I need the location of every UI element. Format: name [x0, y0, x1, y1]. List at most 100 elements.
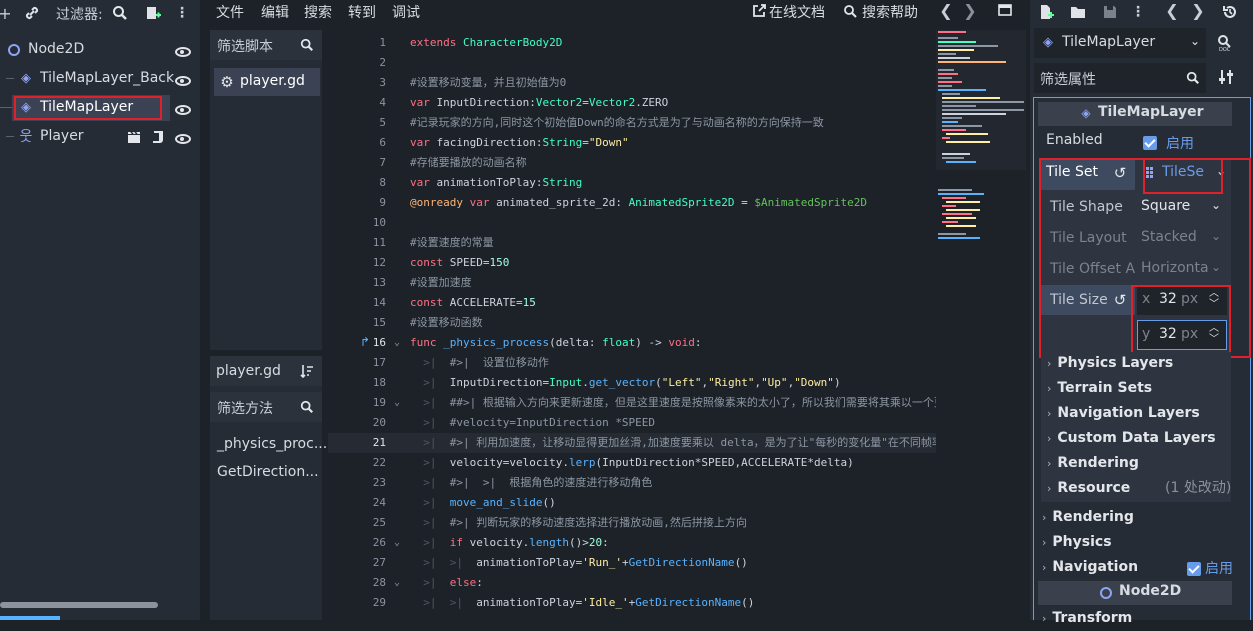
- external-link-icon[interactable]: [750, 2, 768, 20]
- subsection-resource[interactable]: › Resource: [1047, 476, 1130, 500]
- code-line[interactable]: 15 #设置移动函数: [328, 313, 936, 333]
- code-line[interactable]: 28 >| else: ⌄: [328, 573, 936, 593]
- visibility-eye-icon[interactable]: [175, 132, 191, 148]
- section-physics[interactable]: › Physics: [1042, 530, 1112, 554]
- code-text: >| >| animationToPlay='Idle_'+GetDirecti…: [410, 596, 755, 609]
- code-line[interactable]: 7 #存储要播放的动画名称: [328, 153, 936, 173]
- menu-file[interactable]: 文件: [216, 2, 244, 22]
- code-editor[interactable]: 1 extends CharacterBody2D 2 3 #设置移动变量，并且初始值为…: [328, 30, 936, 620]
- forward-icon[interactable]: ❯: [962, 0, 978, 20]
- code-line[interactable]: 22 >| velocity=velocity.lerp(InputDirect…: [328, 453, 936, 473]
- fold-arrow-icon[interactable]: ⌄: [394, 573, 400, 593]
- code-line[interactable]: 5 #记录玩家的方向,同时这个初始值Down的命名方式是为了与动画名称的方向保持一…: [328, 113, 936, 133]
- tree-node-tilemaplayer-back[interactable]: ◈ TileMapLayer_Back: [0, 66, 200, 92]
- subsection-navigation-layers[interactable]: › Navigation Layers: [1047, 401, 1200, 425]
- fold-arrow-icon[interactable]: ⌄: [394, 393, 400, 413]
- link-icon[interactable]: [22, 3, 42, 23]
- section-transform[interactable]: › Transform: [1042, 606, 1132, 630]
- subsection-custom-data-layers[interactable]: › Custom Data Layers: [1047, 426, 1216, 450]
- history-forward-icon[interactable]: ❯: [1190, 0, 1206, 20]
- menu-edit[interactable]: 编辑: [261, 2, 289, 22]
- section-navigation[interactable]: › Navigation: [1042, 555, 1138, 579]
- method-filter-field[interactable]: 筛选方法: [210, 392, 322, 422]
- back-icon[interactable]: ❮: [938, 0, 954, 20]
- menu-debug[interactable]: 调试: [392, 2, 420, 22]
- class-header-tilemaplayer[interactable]: ◈ TileMapLayer: [1038, 102, 1232, 126]
- enabled-checkbox[interactable]: [1143, 135, 1157, 151]
- sort-icon[interactable]: [298, 362, 316, 380]
- subsection-terrain-sets[interactable]: › Terrain Sets: [1047, 376, 1152, 400]
- script-list-item[interactable]: ⚙ player.gd: [214, 68, 320, 96]
- code-line[interactable]: 29 >| >| animationToPlay='Idle_'+GetDire…: [328, 593, 936, 613]
- add-script-icon[interactable]: [143, 3, 163, 23]
- code-line[interactable]: 17 >| #>| 设置位移动作: [328, 353, 936, 373]
- code-line[interactable]: 26 >| if velocity.length()>20: ⌄: [328, 533, 936, 553]
- inspector-node-selector[interactable]: ◈ TileMapLayer ⌄: [1034, 28, 1206, 58]
- plus-icon[interactable]: +: [0, 4, 12, 23]
- help-search-icon[interactable]: [841, 2, 859, 20]
- code-text: func _physics_process(delta: float) -> v…: [410, 336, 702, 349]
- tree-node-node2d[interactable]: Node2D: [0, 37, 200, 63]
- code-line[interactable]: 27 >| >| animationToPlay='Run_'+GetDirec…: [328, 553, 936, 573]
- save-icon[interactable]: [1100, 2, 1120, 22]
- tilemap-icon: ◈: [21, 70, 31, 86]
- new-resource-icon[interactable]: [1036, 2, 1056, 22]
- more-icon[interactable]: ⋮: [1131, 2, 1145, 22]
- code-line[interactable]: 9 @onready var animated_sprite_2d: Animat…: [328, 193, 936, 213]
- fold-arrow-icon[interactable]: ⌄: [394, 533, 400, 553]
- code-line[interactable]: 19 >| ##>| 根据输入方向来更新速度，但是这里速度是按照像素来的太小了，…: [328, 393, 936, 413]
- clapperboard-icon[interactable]: [126, 130, 142, 144]
- history-icon[interactable]: [1220, 2, 1240, 22]
- code-line[interactable]: 8 var animationToPlay:String: [328, 173, 936, 193]
- code-line[interactable]: 20 >| #velocity=InputDirection *SPEED: [328, 413, 936, 433]
- open-folder-icon[interactable]: [1068, 2, 1088, 22]
- distraction-free-icon[interactable]: [996, 2, 1014, 20]
- menu-goto[interactable]: 转到: [348, 2, 376, 22]
- script-icon[interactable]: [150, 129, 166, 145]
- search-help-button[interactable]: 搜索帮助: [862, 2, 918, 22]
- code-line[interactable]: 13 #设置加速度: [328, 273, 936, 293]
- class-header-node2d[interactable]: Node2D: [1038, 581, 1232, 605]
- history-back-icon[interactable]: ❮: [1164, 0, 1180, 20]
- menu-search[interactable]: 搜索: [304, 2, 332, 22]
- current-script-name: player.gd: [216, 363, 281, 379]
- more-icon[interactable]: ⋮: [175, 3, 189, 23]
- section-rendering[interactable]: › Rendering: [1042, 505, 1134, 529]
- code-line[interactable]: 6 var facingDirection:String="Down": [328, 133, 936, 153]
- code-minimap[interactable]: [936, 30, 1026, 620]
- code-line[interactable]: 12 const SPEED=150: [328, 253, 936, 273]
- code-line[interactable]: 3 #设置移动变量，并且初始值为0: [328, 73, 936, 93]
- subsection-physics-layers[interactable]: › Physics Layers: [1047, 351, 1173, 375]
- tree-node-player[interactable]: 웃 Player: [0, 124, 200, 150]
- visibility-eye-icon[interactable]: [175, 74, 191, 90]
- search-icon[interactable]: [110, 3, 130, 23]
- code-line[interactable]: 21 >| #>| 利用加速度，让移动显得更加丝滑,加速度要乘以 delta，是…: [328, 433, 936, 453]
- subsection-label: Rendering: [1057, 455, 1139, 471]
- code-line[interactable]: 25 >| #>| 判断玩家的移动速度选择进行播放动画,然后拼接上方向: [328, 513, 936, 533]
- subsection-label: Navigation Layers: [1057, 405, 1200, 421]
- subsection-rendering[interactable]: › Rendering: [1047, 451, 1139, 475]
- horizontal-scrollbar[interactable]: [0, 602, 158, 608]
- code-line[interactable]: 14 const ACCELERATE=15: [328, 293, 936, 313]
- method-item[interactable]: GetDirection...: [217, 464, 319, 480]
- code-line[interactable]: 24 >| move_and_slide(): [328, 493, 936, 513]
- code-line[interactable]: 11 #设置速度的常量: [328, 233, 936, 253]
- visibility-eye-icon[interactable]: [175, 45, 191, 61]
- code-line[interactable]: 2: [328, 53, 936, 73]
- code-line[interactable]: 23 >| #>| >| 根据角色的速度进行移动角色: [328, 473, 936, 493]
- code-line[interactable]: 18 >| InputDirection=Input.get_vector("L…: [328, 373, 936, 393]
- code-line[interactable]: 10: [328, 213, 936, 233]
- method-item[interactable]: _physics_proc...: [217, 436, 327, 452]
- online-docs-button[interactable]: 在线文档: [769, 2, 825, 22]
- node-docs-icon[interactable]: DOC: [1214, 32, 1238, 54]
- fold-arrow-icon[interactable]: ⌄: [394, 333, 400, 353]
- line-number: 28: [372, 576, 386, 589]
- visibility-eye-icon[interactable]: [175, 103, 191, 119]
- property-settings-icon[interactable]: [1214, 66, 1238, 88]
- code-line[interactable]: 16 func _physics_process(delta: float) ->…: [328, 333, 936, 353]
- code-line[interactable]: 4 var InputDirection:Vector2=Vector2.ZERO: [328, 93, 936, 113]
- code-line[interactable]: 1 extends CharacterBody2D: [328, 33, 936, 53]
- script-filter-field[interactable]: 筛选脚本: [210, 30, 322, 60]
- navigation-checkbox[interactable]: [1187, 561, 1201, 577]
- property-filter-field[interactable]: 筛选属性: [1034, 63, 1206, 93]
